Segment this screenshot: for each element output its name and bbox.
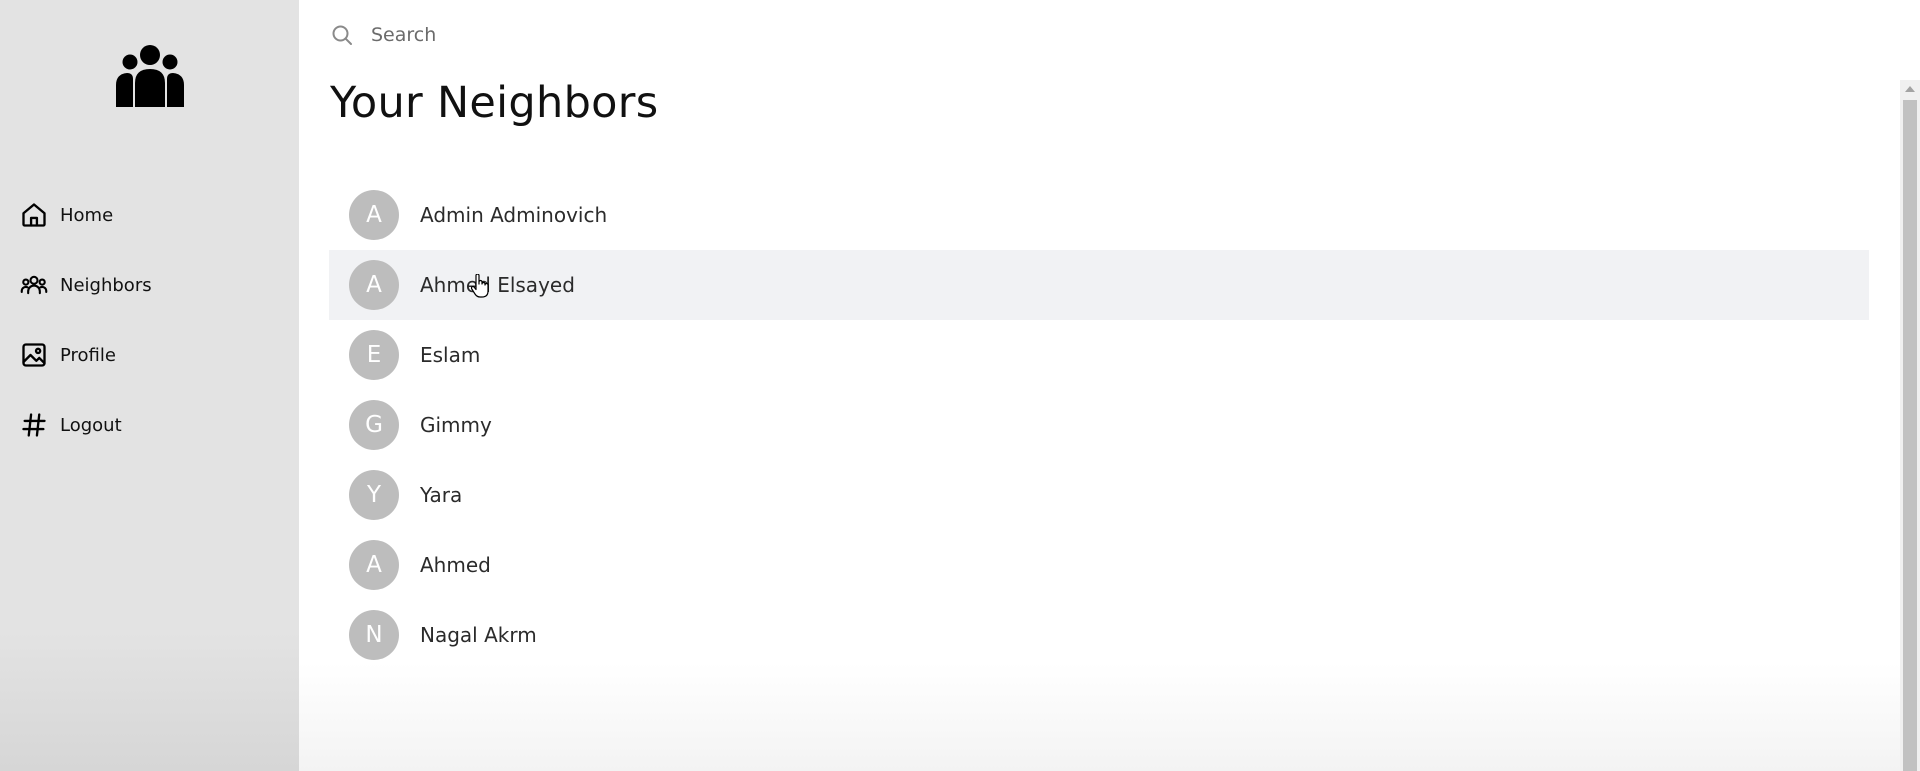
neighbor-name: Ahmed Elsayed [420,273,575,297]
sidebar-item-neighbors[interactable]: Neighbors [20,265,152,305]
list-item[interactable]: A Admin Adminovich [329,180,1869,250]
neighbor-name: Nagal Akrm [420,623,537,647]
avatar: E [349,330,399,380]
search-bar [329,16,929,54]
users-group-icon [113,43,187,107]
list-item[interactable]: N Nagal Akrm [329,600,1869,670]
main-content: Your Neighbors A Admin Adminovich A Ahme… [299,0,1900,771]
neighbor-name: Yara [420,483,463,507]
neighbor-name: Admin Adminovich [420,203,608,227]
image-icon [20,341,48,369]
avatar: N [349,610,399,660]
avatar: Y [349,470,399,520]
scroll-up-arrow-icon[interactable] [1900,80,1920,98]
avatar: G [349,400,399,450]
users-icon [20,271,48,299]
sidebar-item-logout[interactable]: Logout [20,405,122,445]
list-item[interactable]: Y Yara [329,460,1869,530]
search-input[interactable] [369,23,873,47]
avatar: A [349,260,399,310]
avatar: A [349,190,399,240]
neighbors-list: A Admin Adminovich A Ahmed Elsayed E Esl… [329,180,1869,670]
list-item[interactable]: E Eslam [329,320,1869,390]
sidebar-item-label: Home [60,204,114,226]
sidebar-item-label: Logout [60,414,122,436]
sidebar-item-profile[interactable]: Profile [20,335,116,375]
hash-icon [20,411,48,439]
app-window: Home Neighbors Profile Logout Search You… [0,0,1920,771]
list-item[interactable]: G Gimmy [329,390,1869,460]
avatar: A [349,540,399,590]
scrollbar-thumb[interactable] [1903,100,1917,771]
neighbor-name: Eslam [420,343,481,367]
page-title: Your Neighbors [330,78,659,128]
list-item[interactable]: A Ahmed [329,530,1869,600]
sidebar: Home Neighbors Profile Logout [0,0,299,771]
vertical-scrollbar[interactable] [1900,80,1920,771]
home-icon [20,201,48,229]
neighbor-name: Ahmed [420,553,491,577]
sidebar-item-home[interactable]: Home [20,195,113,235]
neighbor-name: Gimmy [420,413,492,437]
list-item[interactable]: A Ahmed Elsayed [329,250,1869,320]
search-icon[interactable] [329,22,355,48]
sidebar-item-label: Neighbors [60,274,152,296]
sidebar-item-label: Profile [60,344,116,366]
